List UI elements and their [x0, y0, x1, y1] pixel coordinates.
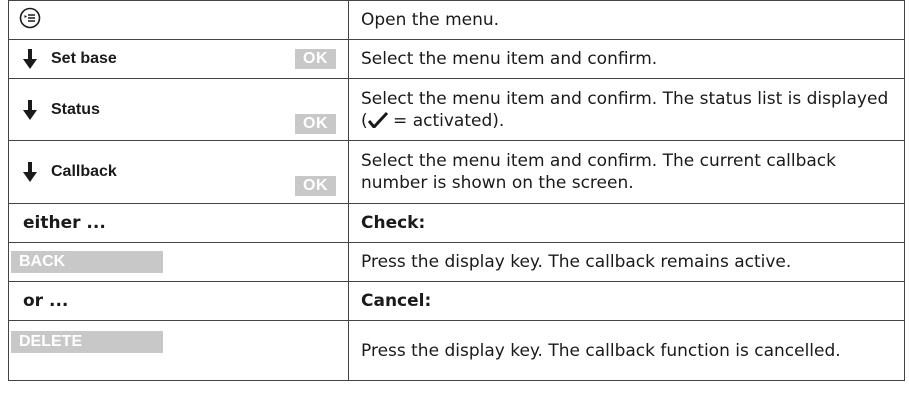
- table-row: either ... Check:: [8, 203, 905, 243]
- step-left: BACK: [8, 242, 349, 282]
- step-left: Callback OK: [8, 140, 349, 204]
- down-arrow-icon: [19, 99, 41, 120]
- step-description: Select the menu item and confirm.: [348, 39, 905, 79]
- step-left: DELETE: [8, 320, 349, 381]
- either-label: either ...: [8, 203, 349, 243]
- step-description: Press the display key. The callback rema…: [348, 242, 905, 282]
- checkmark-icon: [367, 111, 388, 131]
- table-row: BACK Press the display key. The callback…: [8, 242, 905, 282]
- step-description: Open the menu.: [348, 0, 905, 40]
- back-display-key: BACK: [11, 251, 163, 273]
- step-description: Check:: [348, 203, 905, 243]
- menu-item-label: Callback: [51, 163, 117, 180]
- table-row: Open the menu.: [8, 0, 905, 40]
- down-arrow-icon: [19, 49, 41, 69]
- step-description: Cancel:: [348, 281, 905, 321]
- description-text: = activated).: [387, 110, 505, 131]
- table-row: DELETE Press the display key. The callba…: [8, 320, 905, 381]
- or-label: or ...: [8, 281, 349, 321]
- table-row: or ... Cancel:: [8, 281, 905, 321]
- step-left: [8, 0, 349, 40]
- step-description: Press the display key. The callback func…: [348, 320, 905, 381]
- step-description: Select the menu item and confirm. The st…: [348, 78, 905, 141]
- delete-display-key: DELETE: [11, 331, 163, 353]
- down-arrow-icon: [19, 162, 41, 182]
- instruction-table: Open the menu. Set base OK Select the me…: [8, 0, 905, 381]
- menu-item-label: Status: [51, 100, 100, 118]
- ok-key: OK: [295, 113, 336, 134]
- ok-key: OK: [295, 49, 336, 69]
- step-left: Set base OK: [8, 39, 349, 79]
- table-row: Set base OK Select the menu item and con…: [8, 39, 905, 79]
- table-row: Status OK Select the menu item and confi…: [8, 78, 905, 141]
- table-row: Callback OK Select the menu item and con…: [8, 140, 905, 204]
- step-description: Select the menu item and confirm. The cu…: [348, 140, 905, 204]
- menu-item-label: Set base: [51, 50, 117, 67]
- step-left: Status OK: [8, 78, 349, 141]
- ok-key: OK: [295, 176, 336, 196]
- menu-key-icon: [19, 7, 41, 33]
